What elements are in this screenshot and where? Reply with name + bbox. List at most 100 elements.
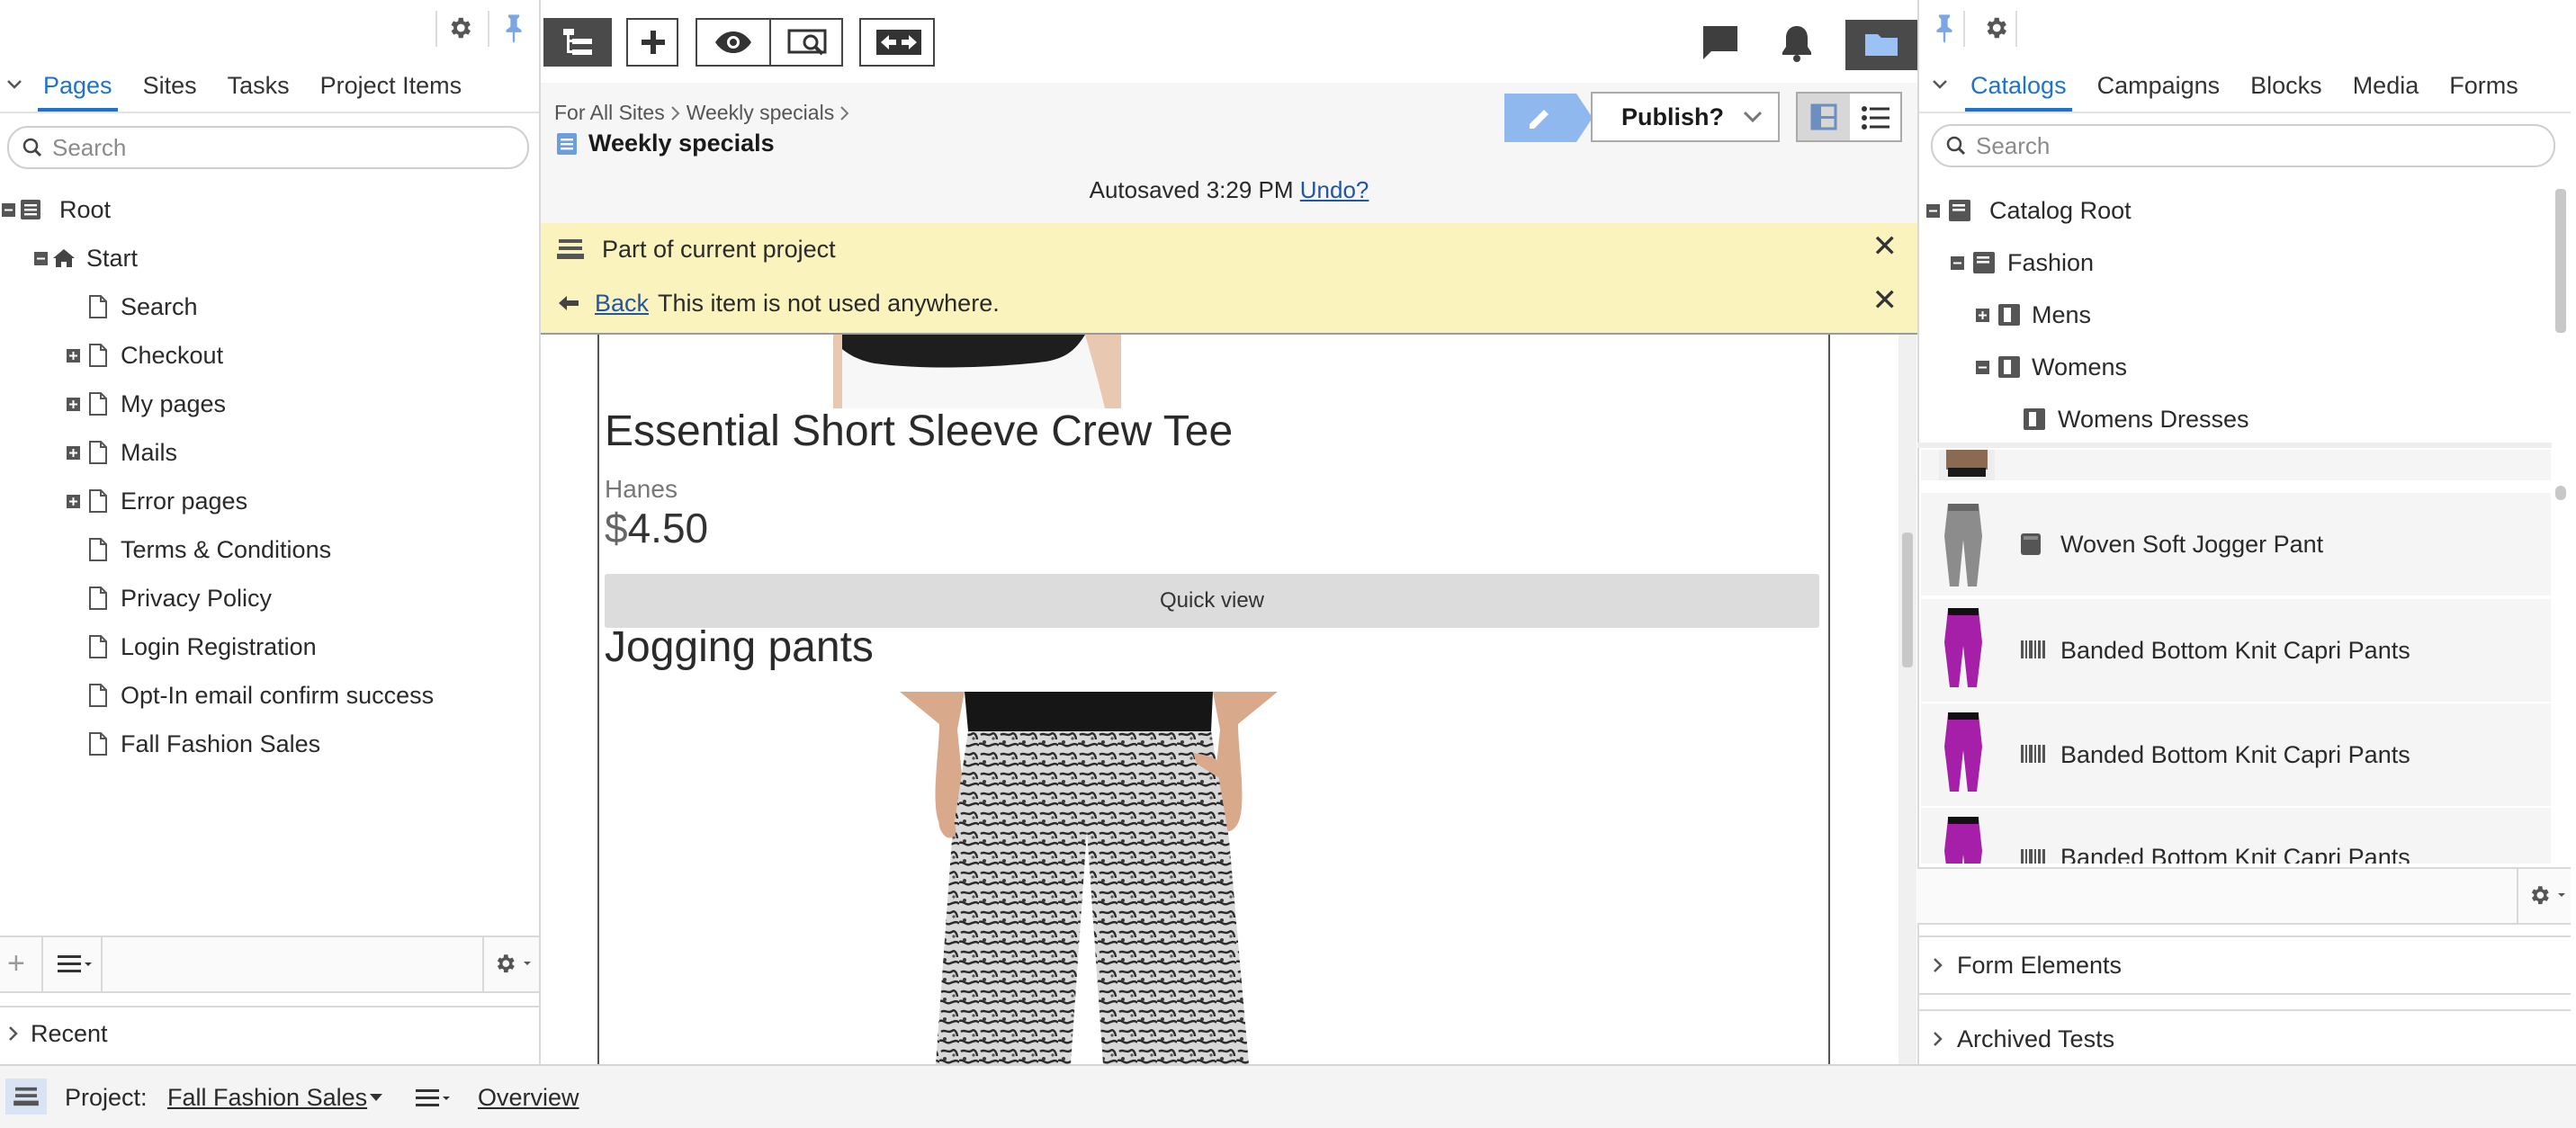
chevron-right-icon: [1932, 956, 1944, 974]
pin-icon[interactable]: [1931, 13, 1958, 43]
divider: [1963, 11, 1965, 47]
toggle-navigation-button[interactable]: [543, 18, 612, 67]
preview-scrollbar[interactable]: [1898, 335, 1916, 1064]
tab-campaigns[interactable]: Campaigns: [2097, 65, 2221, 112]
gear-icon[interactable]: [1982, 14, 2009, 41]
expand-icon[interactable]: [67, 446, 80, 460]
close-icon[interactable]: ✕: [1872, 228, 1898, 264]
chevron-right-icon: [839, 105, 850, 121]
collapse-icon[interactable]: [1951, 256, 1964, 270]
divider: [482, 937, 484, 991]
tab-blocks[interactable]: Blocks: [2250, 65, 2322, 112]
expand-icon[interactable]: [67, 398, 80, 411]
tab-sites[interactable]: Sites: [143, 65, 197, 112]
page-search-box: [7, 126, 529, 169]
chevron-down-icon[interactable]: [5, 76, 23, 94]
caret-down-icon[interactable]: [369, 1093, 383, 1102]
collapse-icon[interactable]: [1976, 361, 1989, 374]
catalog-list-item[interactable]: Banded Bottom Knit Capri Pants: [1921, 703, 2551, 806]
catalog-scrollbar[interactable]: [2552, 180, 2570, 867]
product-name[interactable]: Essential Short Sleeve Crew Tee: [605, 407, 1233, 456]
collapse-icon[interactable]: [1926, 204, 1940, 218]
autosave-status: Autosaved 3:29 PM Undo?: [541, 176, 1917, 204]
close-icon[interactable]: ✕: [1872, 282, 1898, 318]
section-label: Archived Tests: [1957, 1025, 2115, 1052]
overview-link[interactable]: Overview: [478, 1084, 579, 1112]
tab-tasks[interactable]: Tasks: [228, 65, 290, 112]
layout-toggle-group: [1796, 92, 1902, 142]
pin-icon[interactable]: [500, 13, 527, 43]
preview-search-icon[interactable]: [787, 29, 830, 56]
tab-forms[interactable]: Forms: [2449, 65, 2518, 112]
tree-structure-icon: [561, 27, 596, 58]
expand-icon[interactable]: [67, 495, 80, 508]
pane-splitter[interactable]: [1917, 443, 2553, 448]
catalog-list-item[interactable]: Banded Bottom Knit Capri Pants: [1921, 599, 2551, 702]
scrollbar-thumb[interactable]: [1902, 533, 1913, 667]
breadcrumb-item[interactable]: For All Sites: [554, 101, 665, 125]
notification-bell-icon[interactable]: [1779, 23, 1815, 63]
undo-link[interactable]: Undo?: [1300, 176, 1369, 203]
settings-dropdown-icon[interactable]: [493, 950, 533, 977]
product-thumbnail: [1935, 606, 1991, 694]
tab-catalogs[interactable]: Catalogs: [1965, 65, 2072, 112]
tree-node-label: Opt-In email confirm success: [121, 682, 435, 709]
catalog-search-input[interactable]: [1974, 131, 2474, 160]
project-selector[interactable]: Fall Fashion Sales: [167, 1084, 367, 1112]
quick-view-button[interactable]: Quick view: [605, 574, 1819, 628]
product-thumbnail: [1935, 500, 1991, 588]
archived-tests-section[interactable]: Archived Tests: [1917, 1009, 2571, 1067]
settings-dropdown-icon[interactable]: [2527, 882, 2567, 909]
comment-icon[interactable]: [1701, 23, 1740, 63]
page-icon: [88, 586, 108, 611]
chevron-down-icon[interactable]: [1931, 76, 1949, 94]
all-properties-view-button[interactable]: [1798, 94, 1850, 140]
compare-button[interactable]: [859, 18, 935, 67]
barcode-icon: [2020, 639, 2047, 660]
next-product-name[interactable]: Jogging pants: [605, 622, 874, 672]
tab-media[interactable]: Media: [2353, 65, 2419, 112]
breadcrumb: For All Sites Weekly specials: [554, 101, 856, 125]
assets-pane-toggle-button[interactable]: [1845, 20, 1917, 70]
left-pane-footer-toolbar: +: [0, 936, 539, 993]
recent-section[interactable]: Recent: [0, 1006, 539, 1060]
collapse-icon[interactable]: [34, 252, 48, 265]
barcode-icon: [2020, 743, 2047, 765]
back-link[interactable]: Back: [595, 290, 649, 318]
add-icon[interactable]: +: [7, 948, 25, 979]
catalog-list-item[interactable]: Woven Soft Jogger Pant: [1921, 493, 2551, 595]
autosave-text: Autosaved 3:29 PM: [1089, 176, 1294, 203]
list-menu-icon[interactable]: [58, 953, 94, 975]
form-elements-section[interactable]: Form Elements: [1917, 936, 2571, 995]
project-mode-button[interactable]: [5, 1079, 47, 1115]
tab-project-items[interactable]: Project Items: [320, 65, 462, 112]
chevron-right-icon: [1932, 1030, 1944, 1048]
scrollbar-thumb[interactable]: [2555, 189, 2566, 333]
catalog-list-item[interactable]: Banded Bottom Knit Capri Pants: [1921, 808, 2551, 864]
gear-icon[interactable]: [446, 14, 473, 41]
add-button[interactable]: [626, 18, 678, 67]
list-view-icon[interactable]: [1861, 105, 1891, 130]
publish-button[interactable]: Publish?: [1591, 92, 1780, 142]
tab-pages[interactable]: Pages: [38, 65, 118, 112]
publish-label: Publish?: [1621, 103, 1724, 130]
breadcrumb-item[interactable]: Weekly specials: [687, 101, 834, 125]
barcode-icon: [2020, 847, 2047, 864]
tree-node-label: Womens Dresses: [2058, 406, 2249, 433]
search-input[interactable]: [50, 133, 469, 162]
expand-icon[interactable]: [1976, 309, 1989, 322]
scrollbar-thumb[interactable]: [2555, 486, 2566, 500]
list-menu-icon[interactable]: [416, 1088, 452, 1109]
assets-footer-toolbar: [1917, 867, 2571, 925]
item-label: Woven Soft Jogger Pant: [2060, 531, 2324, 558]
preview-button[interactable]: [697, 20, 771, 65]
back-arrow-icon: [557, 294, 580, 312]
search-icon: [22, 137, 43, 158]
collapse-icon[interactable]: [2, 203, 15, 217]
edit-button[interactable]: [1504, 94, 1576, 142]
page-type-icon: [556, 132, 578, 156]
plus-icon: [640, 28, 667, 57]
expand-icon[interactable]: [67, 349, 80, 363]
left-pane-toolbar: [0, 0, 539, 59]
tree-node-label: Error pages: [121, 488, 248, 515]
